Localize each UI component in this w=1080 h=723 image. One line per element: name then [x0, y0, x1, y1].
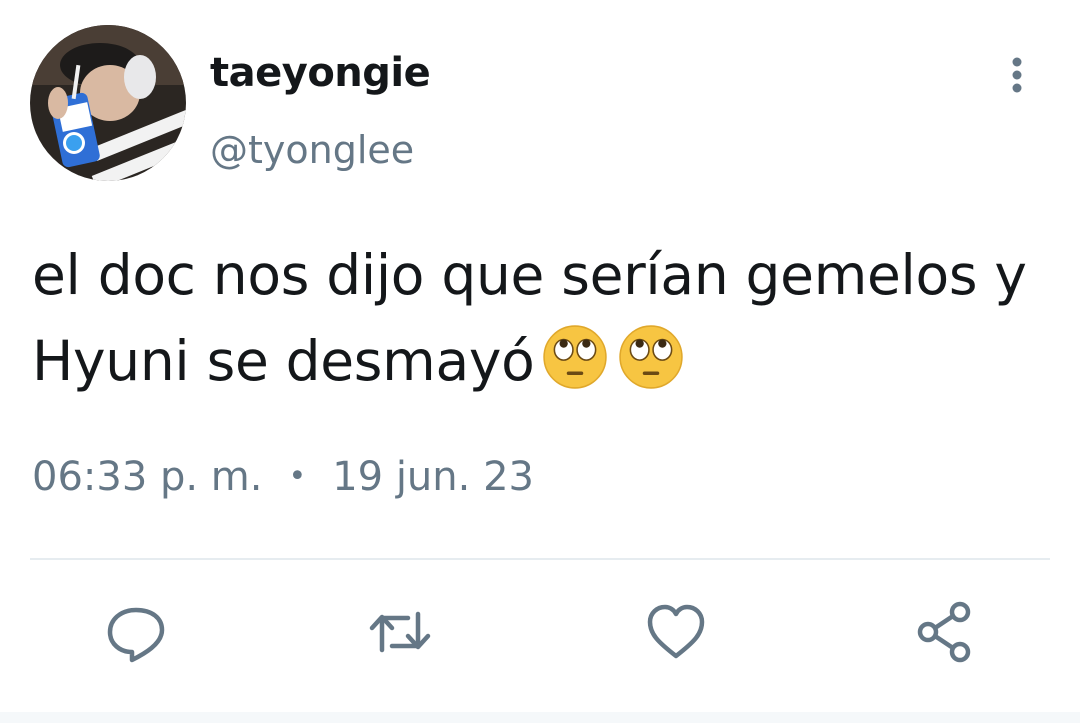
retweet-button[interactable] [368, 600, 432, 664]
tweet-date: 19 jun. 23 [332, 454, 534, 500]
face-with-rolling-eyes-icon [543, 325, 608, 389]
divider [30, 558, 1050, 560]
tweet-text-line-2: Hyuni se desmayó [32, 318, 1072, 404]
tweet-text-line-1: el doc nos dijo que serían gemelos y [32, 243, 1027, 307]
like-icon [647, 604, 705, 659]
tweet-text-line-2-text: Hyuni se desmayó [32, 329, 535, 393]
avatar[interactable] [30, 25, 186, 181]
reply-button[interactable] [104, 600, 168, 664]
tweet-time: 06:33 p. m. [32, 454, 263, 500]
retweet-icon [369, 611, 431, 653]
face-with-rolling-eyes-icon [619, 325, 684, 389]
vertical-ellipsis-icon[interactable] [1000, 55, 1034, 99]
meta-separator: • [288, 459, 307, 494]
user-handle[interactable]: @tyonglee [210, 128, 414, 172]
share-button[interactable] [912, 600, 976, 664]
tweet-text: el doc nos dijo que serían gemelos y Hyu… [32, 232, 1072, 404]
display-name[interactable]: taeyongie [210, 50, 431, 96]
reply-icon [107, 607, 165, 663]
bottom-separator [0, 712, 1080, 723]
share-icon [917, 601, 971, 663]
avatar-image [30, 25, 186, 181]
tweet-timestamp[interactable]: 06:33 p. m. • 19 jun. 23 [32, 454, 534, 500]
like-button[interactable] [644, 600, 708, 664]
